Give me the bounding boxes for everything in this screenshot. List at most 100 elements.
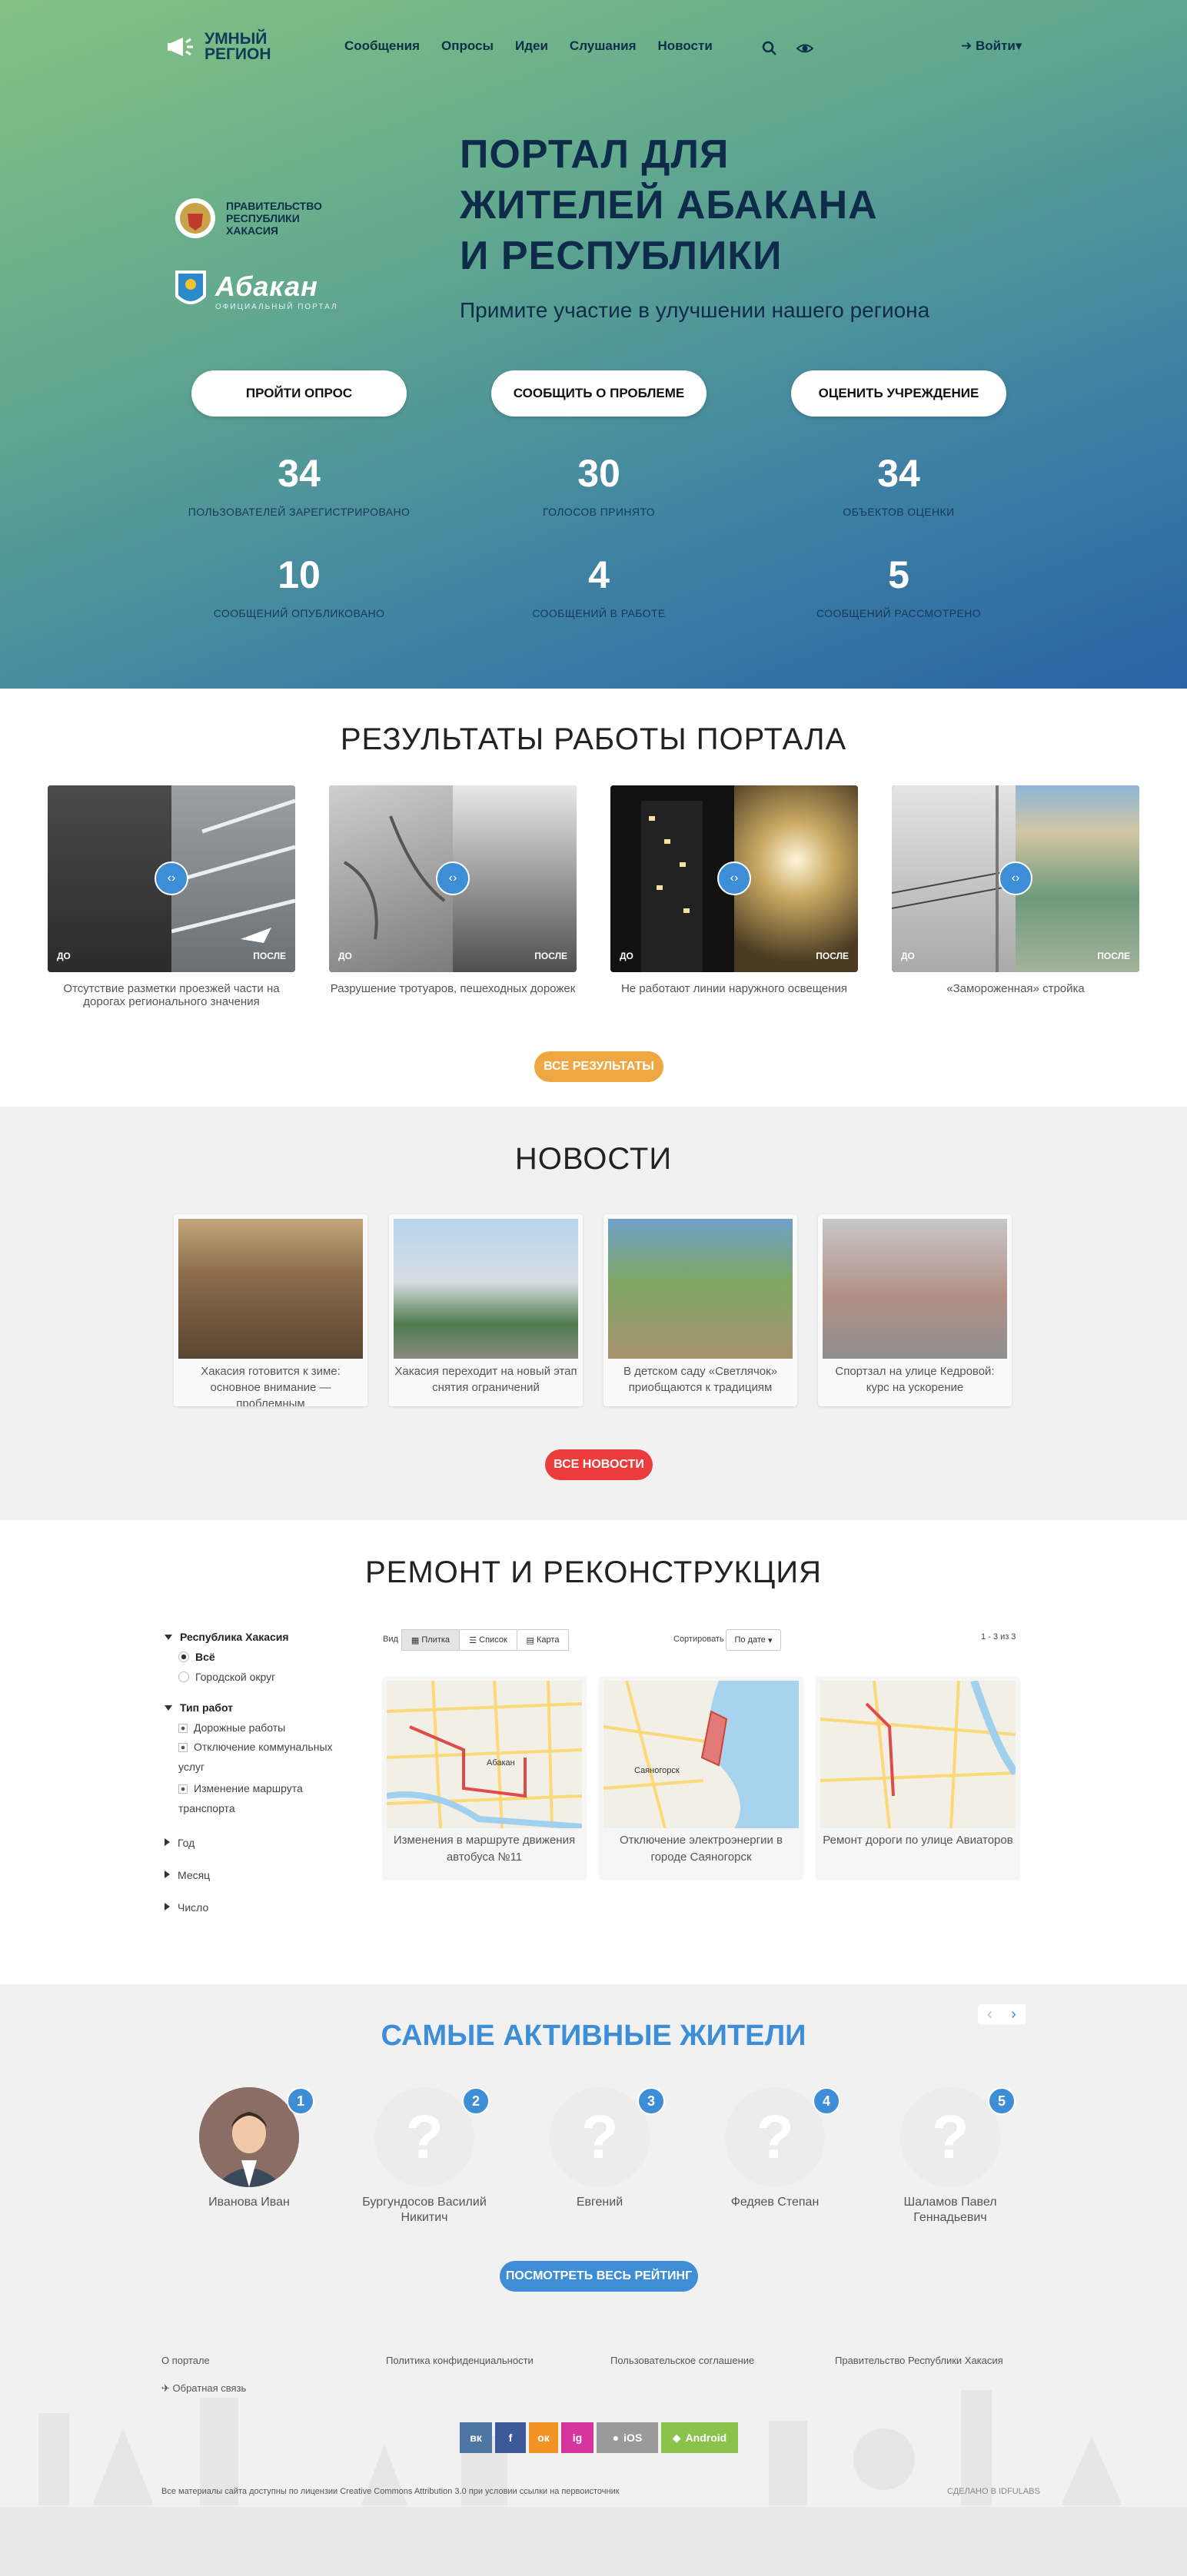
nav-hearings[interactable]: Слушания [570, 38, 637, 54]
footer-link-terms[interactable]: Пользовательское соглашение [610, 2355, 754, 2366]
stat-label: СООБЩЕНИЙ ОПУБЛИКОВАНО [213, 607, 385, 619]
filter-year[interactable]: Год [165, 1837, 195, 1849]
hero-title-line1: ПОРТАЛ ДЛЯ [460, 132, 730, 177]
abakan-name: Абакан [215, 270, 318, 302]
filter-month[interactable]: Месяц [165, 1869, 210, 1881]
made-by[interactable]: СДЕЛАНО В IDFULABS [947, 2487, 1040, 2496]
news-caption[interactable]: Спортзал на улице Кедровой: курс на уско… [823, 1363, 1007, 1396]
search-icon[interactable] [761, 40, 778, 57]
filter-type-label: Тип работ [180, 1701, 234, 1714]
placeholder-avatar-icon: ? [405, 2103, 444, 2171]
active-person[interactable]: ? 5 Шаламов Павел Геннадьевич [866, 2087, 1035, 2226]
ios-app-button[interactable]: ● iOS [597, 2422, 658, 2453]
stat-label: ОБЪЕКТОВ ОЦЕНКИ [843, 506, 955, 518]
active-person[interactable]: ? 2 Бургундосов Василий Никитич [340, 2087, 509, 2226]
slider-handle-icon[interactable]: ‹› [155, 861, 188, 895]
before-after-slider[interactable]: ‹› ДО ПОСЛЕ [610, 785, 858, 972]
results-count: 1 - 3 из 3 [981, 1632, 1016, 1642]
slider-handle-icon[interactable]: ‹› [717, 861, 751, 895]
repair-caption[interactable]: Ремонт дороги по улице Авиаторов [823, 1832, 1013, 1849]
filter-region-title[interactable]: Республика Хакасия [165, 1631, 289, 1643]
sort-select[interactable]: По дате ▾ [726, 1629, 781, 1651]
all-news-button[interactable]: ВСЕ НОВОСТИ [545, 1449, 653, 1480]
view-rating-button[interactable]: ПОСМОТРЕТЬ ВЕСЬ РЕЙТИНГ [500, 2261, 698, 2292]
before-after-slider[interactable]: ‹› ДО ПОСЛЕ [892, 785, 1139, 972]
filter-option-label: Отключение коммунальных услуг [178, 1741, 333, 1773]
view-map-button[interactable]: ▤ Карта [517, 1629, 569, 1651]
filter-option-label: Дорожные работы [194, 1721, 286, 1734]
news-card[interactable]: Спортзал на улице Кедровой: курс на уско… [818, 1214, 1012, 1406]
nav-polls[interactable]: Опросы [441, 38, 494, 54]
result-caption[interactable]: Не работают линии наружного освещения [610, 982, 858, 995]
vk-button[interactable]: вк [460, 2422, 492, 2453]
filter-region-all[interactable]: Всё [178, 1651, 215, 1663]
person-name[interactable]: Федяев Степан [690, 2195, 859, 2210]
nav-ideas[interactable]: Идеи [515, 38, 548, 54]
repair-card[interactable]: Ремонт дороги по улице Авиаторов [816, 1677, 1019, 1878]
news-card[interactable]: Хакасия готовится к зиме: основное внима… [174, 1214, 367, 1406]
view-tiles-button[interactable]: ▦ Плитка [401, 1629, 460, 1651]
person-name[interactable]: Иванова Иван [165, 2195, 334, 2210]
site-logo[interactable]: УМНЫЙ РЕГИОН [166, 28, 281, 66]
news-card[interactable]: В детском саду «Светлячок» приобщаются к… [603, 1214, 797, 1406]
repair-caption[interactable]: Отключение электроэнергии в городе Саяно… [606, 1832, 796, 1866]
chevron-right-icon[interactable]: › [1002, 2004, 1026, 2024]
before-after-slider[interactable]: ‹› ДО ПОСЛЕ [48, 785, 295, 972]
all-results-button[interactable]: ВСЕ РЕЗУЛЬТАТЫ [534, 1051, 663, 1082]
person-name[interactable]: Бургундосов Василий Никитич [340, 2195, 509, 2226]
filter-type-route[interactable]: Изменение маршрута транспорта [178, 1778, 340, 1818]
take-poll-button[interactable]: ПРОЙТИ ОПРОС [191, 370, 407, 417]
repair-card[interactable]: Абакан Изменения в маршруте движения авт… [383, 1677, 586, 1878]
footer-link-privacy[interactable]: Политика конфиденциальности [386, 2355, 534, 2366]
view-list-button[interactable]: ☰ Список [459, 1629, 517, 1651]
before-after-slider[interactable]: ‹› ДО ПОСЛЕ [329, 785, 577, 972]
caret-down-icon [165, 1635, 172, 1640]
android-app-button[interactable]: ◆ Android [661, 2422, 738, 2453]
filter-type-utilities[interactable]: Отключение коммунальных услуг [178, 1737, 340, 1777]
android-label: Android [685, 2432, 727, 2444]
news-card[interactable]: Хакасия переходит на новый этап снятия о… [389, 1214, 583, 1406]
active-person[interactable]: 1 Иванова Иван [165, 2087, 334, 2210]
instagram-button[interactable]: ig [561, 2422, 594, 2453]
list-icon: ☰ [469, 1635, 480, 1645]
person-name[interactable]: Евгений [515, 2195, 684, 2210]
news-caption[interactable]: В детском саду «Светлячок» приобщаются к… [608, 1363, 793, 1396]
eye-icon[interactable] [796, 40, 813, 57]
report-problem-button[interactable]: СООБЩИТЬ О ПРОБЛЕМЕ [491, 370, 707, 417]
nav-news[interactable]: Новости [658, 38, 713, 54]
chevron-left-icon[interactable]: ‹ [978, 2004, 1002, 2024]
send-icon: ✈ [161, 2382, 173, 2394]
repair-caption[interactable]: Изменения в маршруте движения автобуса №… [389, 1832, 580, 1866]
odnoklassniki-button[interactable]: ок [529, 2422, 558, 2453]
filter-type-title[interactable]: Тип работ [165, 1701, 233, 1714]
filter-type-road[interactable]: Дорожные работы [178, 1721, 285, 1734]
government-text: ПРАВИТЕЛЬСТВО РЕСПУБЛИКИ ХАКАСИЯ [226, 200, 322, 237]
rate-institution-button[interactable]: ОЦЕНИТЬ УЧРЕЖДЕНИЕ [791, 370, 1006, 417]
nav-messages[interactable]: Сообщения [344, 38, 420, 54]
feedback-link[interactable]: ✈ Обратная связь [161, 2382, 246, 2395]
person-name[interactable]: Шаламов Павел Геннадьевич [866, 2195, 1035, 2226]
active-person[interactable]: ? 3 Евгений [515, 2087, 684, 2210]
result-caption[interactable]: Разрушение тротуаров, пешеходных дорожек [329, 982, 577, 995]
stat-value: 10 [278, 553, 321, 596]
chevron-down-icon: ▾ [1015, 38, 1022, 53]
rank-badge: 3 [637, 2087, 665, 2115]
result-caption[interactable]: Отсутствие разметки проезжей части на до… [48, 982, 295, 1008]
caret-right-icon [165, 1838, 170, 1846]
facebook-button[interactable]: f [495, 2422, 526, 2453]
news-caption[interactable]: Хакасия готовится к зиме: основное внима… [178, 1363, 363, 1406]
login-button[interactable]: ➔ Войти▾ [961, 38, 1022, 54]
slider-handle-icon[interactable]: ‹› [436, 861, 470, 895]
abakan-logo[interactable]: Абакан ОФИЦИАЛЬНЫЙ ПОРТАЛ [174, 269, 338, 312]
news-caption[interactable]: Хакасия переходит на новый этап снятия о… [394, 1363, 578, 1396]
footer-link-government[interactable]: Правительство Республики Хакасия [835, 2355, 1003, 2366]
footer-link-about[interactable]: О портале [161, 2355, 210, 2366]
repair-card[interactable]: Саяногорск Отключение электроэнергии в г… [600, 1677, 803, 1878]
active-person[interactable]: ? 4 Федяев Степан [690, 2087, 859, 2210]
filter-day[interactable]: Число [165, 1901, 208, 1914]
slider-handle-icon[interactable]: ‹› [999, 861, 1032, 895]
hero-title-line3: И РЕСПУБЛИКИ [460, 234, 783, 278]
filter-region-city[interactable]: Городской округ [178, 1671, 275, 1683]
result-caption[interactable]: «Замороженная» стройка [892, 982, 1139, 995]
government-logo[interactable]: ПРАВИТЕЛЬСТВО РЕСПУБЛИКИ ХАКАСИЯ [174, 197, 326, 240]
